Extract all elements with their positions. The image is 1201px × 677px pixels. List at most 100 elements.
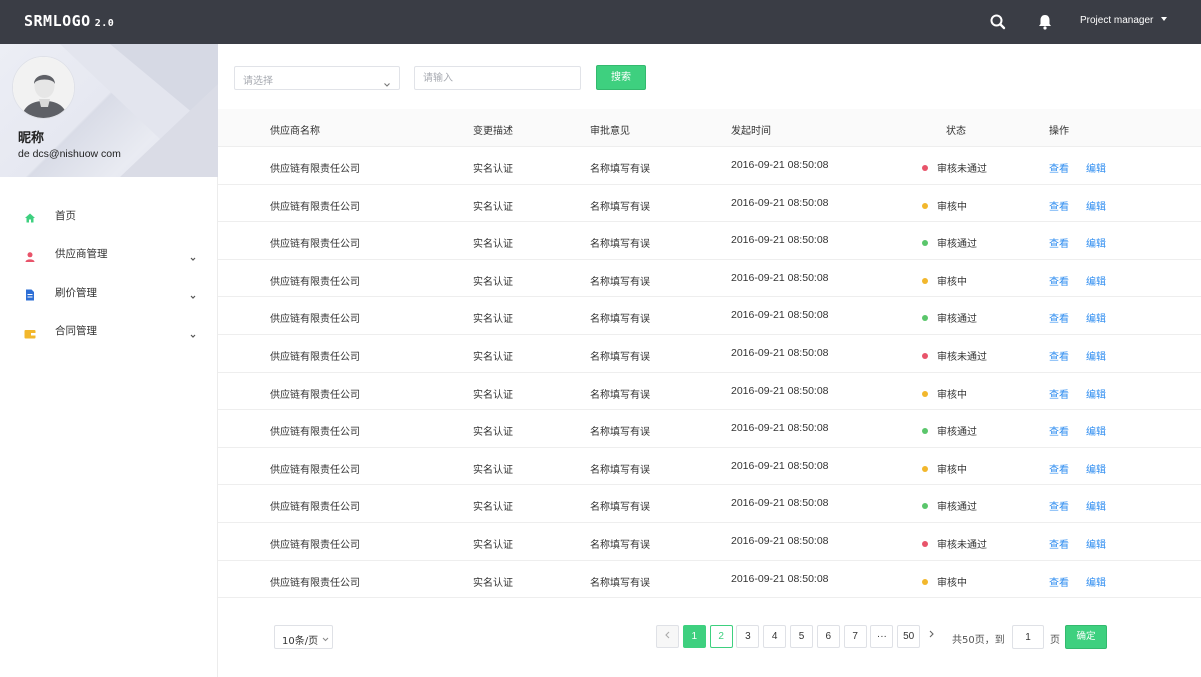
- edit-link[interactable]: 编辑: [1086, 461, 1106, 476]
- status-dot-icon: [922, 540, 928, 547]
- chevron-down-icon: [1161, 17, 1168, 21]
- page-button[interactable]: 1: [682, 625, 706, 648]
- app-logo[interactable]: SRMLOGO 2.0: [24, 12, 114, 30]
- goto-page-input[interactable]: [1012, 625, 1044, 649]
- submit-time: 2016-09-21 08:50:08: [731, 159, 829, 171]
- search-icon[interactable]: [987, 11, 1009, 33]
- supplier-name: 供应链有限责任公司: [270, 351, 360, 363]
- status-badge: 审核未通过: [922, 348, 987, 363]
- submit-time: 2016-09-21 08:50:08: [731, 271, 829, 284]
- approval-opinion: 名称填写有误: [590, 164, 650, 175]
- page-size-select[interactable]: 10条/页: [274, 625, 333, 649]
- view-link[interactable]: 查看: [1049, 461, 1069, 476]
- sidebar-item-contract[interactable]: 合同管理: [0, 312, 218, 351]
- bell-icon[interactable]: [1034, 11, 1056, 33]
- wallet-icon: [24, 325, 36, 339]
- status-dot-icon: [922, 240, 928, 247]
- prev-page-button[interactable]: [656, 625, 679, 648]
- edit-link[interactable]: 编辑: [1086, 386, 1106, 401]
- status-text: 审核未通过: [937, 164, 987, 175]
- status-badge: 审核通过: [922, 235, 977, 250]
- supplier-name: 供应链有限责任公司: [270, 239, 360, 251]
- page-unit-label: 页: [1050, 635, 1060, 646]
- select-placeholder: 请选择: [243, 76, 273, 87]
- edit-link[interactable]: 编辑: [1086, 273, 1106, 288]
- change-description: 实名认证: [473, 164, 513, 175]
- status-badge: 审核中: [922, 574, 967, 589]
- confirm-button[interactable]: 确定: [1065, 625, 1107, 649]
- chevron-down-icon: [383, 74, 391, 87]
- view-link[interactable]: 查看: [1049, 423, 1069, 438]
- page-button[interactable]: 3: [736, 625, 760, 648]
- view-link[interactable]: 查看: [1049, 498, 1069, 513]
- status-dot-icon: [922, 465, 928, 472]
- sidebar-item-pricing[interactable]: 刷价管理: [0, 273, 218, 312]
- status-text: 审核中: [937, 201, 967, 213]
- approval-opinion: 名称填写有误: [590, 577, 650, 589]
- submit-time: 2016-09-21 08:50:08: [731, 234, 829, 247]
- edit-link[interactable]: 编辑: [1086, 160, 1106, 175]
- view-link[interactable]: 查看: [1049, 574, 1069, 589]
- status-dot-icon: [922, 202, 928, 209]
- submit-time: 2016-09-21 08:50:08: [731, 459, 829, 472]
- edit-link[interactable]: 编辑: [1086, 235, 1106, 250]
- search-input[interactable]: [414, 66, 581, 90]
- view-link[interactable]: 查看: [1049, 310, 1069, 325]
- table-row: 供应链有限责任公司 实名认证 名称填写有误 2016-09-21 08:50:08 审核…: [218, 222, 1201, 260]
- next-page-button[interactable]: [924, 625, 938, 648]
- view-link[interactable]: 查看: [1049, 386, 1069, 401]
- avatar[interactable]: [12, 56, 75, 119]
- submit-time: 2016-09-21 08:50:08: [731, 384, 829, 397]
- supplier-name: 供应链有限责任公司: [270, 464, 360, 476]
- page-button[interactable]: 5: [790, 625, 813, 648]
- user-menu-label: Project manager: [1080, 15, 1154, 26]
- sidebar-item-supplier[interactable]: 供应商管理: [0, 235, 218, 274]
- page-button[interactable]: 2: [709, 625, 733, 648]
- edit-link[interactable]: 编辑: [1086, 310, 1106, 325]
- status-dot-icon: [922, 390, 928, 397]
- view-link[interactable]: 查看: [1049, 160, 1069, 175]
- view-link[interactable]: 查看: [1049, 235, 1069, 250]
- filter-select[interactable]: 请选择: [234, 66, 400, 90]
- sidebar: 昵称 de dcs@nishuow com 首页 供应商管理 刷价管理 合同管理: [0, 44, 218, 677]
- approval-opinion: 名称填写有误: [590, 464, 650, 476]
- edit-link[interactable]: 编辑: [1086, 423, 1106, 438]
- search-button[interactable]: 搜索: [596, 65, 646, 90]
- edit-link[interactable]: 编辑: [1086, 536, 1106, 551]
- page-button[interactable]: 50: [897, 625, 921, 648]
- supplier-name: 供应链有限责任公司: [270, 314, 360, 326]
- supplier-table: 供应商名称 变更描述 审批意见 发起时间 状态 操作 供应链有限责任公司 实名认证…: [218, 109, 1201, 599]
- change-description: 实名认证: [473, 389, 513, 401]
- page-button[interactable]: 7: [843, 625, 867, 648]
- edit-link[interactable]: 编辑: [1086, 348, 1106, 363]
- approval-opinion: 名称填写有误: [590, 502, 650, 514]
- approval-opinion: 名称填写有误: [590, 351, 650, 363]
- sidebar-item-home[interactable]: 首页: [0, 196, 218, 235]
- status-badge: 审核中: [922, 461, 967, 476]
- page-button[interactable]: 6: [816, 625, 840, 648]
- view-link[interactable]: 查看: [1049, 198, 1069, 213]
- edit-link[interactable]: 编辑: [1086, 574, 1106, 589]
- supplier-name: 供应链有限责任公司: [270, 577, 360, 589]
- column-header-actions: 操作: [1049, 126, 1069, 137]
- top-bar: SRMLOGO 2.0 Project manager: [0, 0, 1201, 44]
- filter-bar: 请选择 搜索: [218, 44, 1201, 108]
- edit-link[interactable]: 编辑: [1086, 498, 1106, 513]
- chevron-down-icon: [322, 635, 329, 642]
- column-header-supplier: 供应商名称: [270, 126, 320, 137]
- edit-link[interactable]: 编辑: [1086, 198, 1106, 213]
- page-ellipsis[interactable]: ···: [870, 625, 894, 648]
- approval-opinion: 名称填写有误: [590, 314, 650, 326]
- view-link[interactable]: 查看: [1049, 536, 1069, 551]
- status-text: 审核中: [937, 276, 967, 288]
- supplier-name: 供应链有限责任公司: [270, 389, 360, 401]
- view-link[interactable]: 查看: [1049, 273, 1069, 288]
- table-row: 供应链有限责任公司 实名认证 名称填写有误 2016-09-21 08:50:08 审核…: [218, 297, 1201, 335]
- table-row: 供应链有限责任公司 实名认证 名称填写有误 2016-09-21 08:50:08 审核…: [218, 410, 1201, 448]
- submit-time: 2016-09-21 08:50:08: [731, 196, 829, 209]
- view-link[interactable]: 查看: [1049, 348, 1069, 363]
- status-dot-icon: [922, 165, 928, 171]
- sidebar-item-label: 合同管理: [55, 325, 97, 338]
- user-menu[interactable]: Project manager: [1080, 15, 1168, 26]
- page-button[interactable]: 4: [763, 625, 787, 648]
